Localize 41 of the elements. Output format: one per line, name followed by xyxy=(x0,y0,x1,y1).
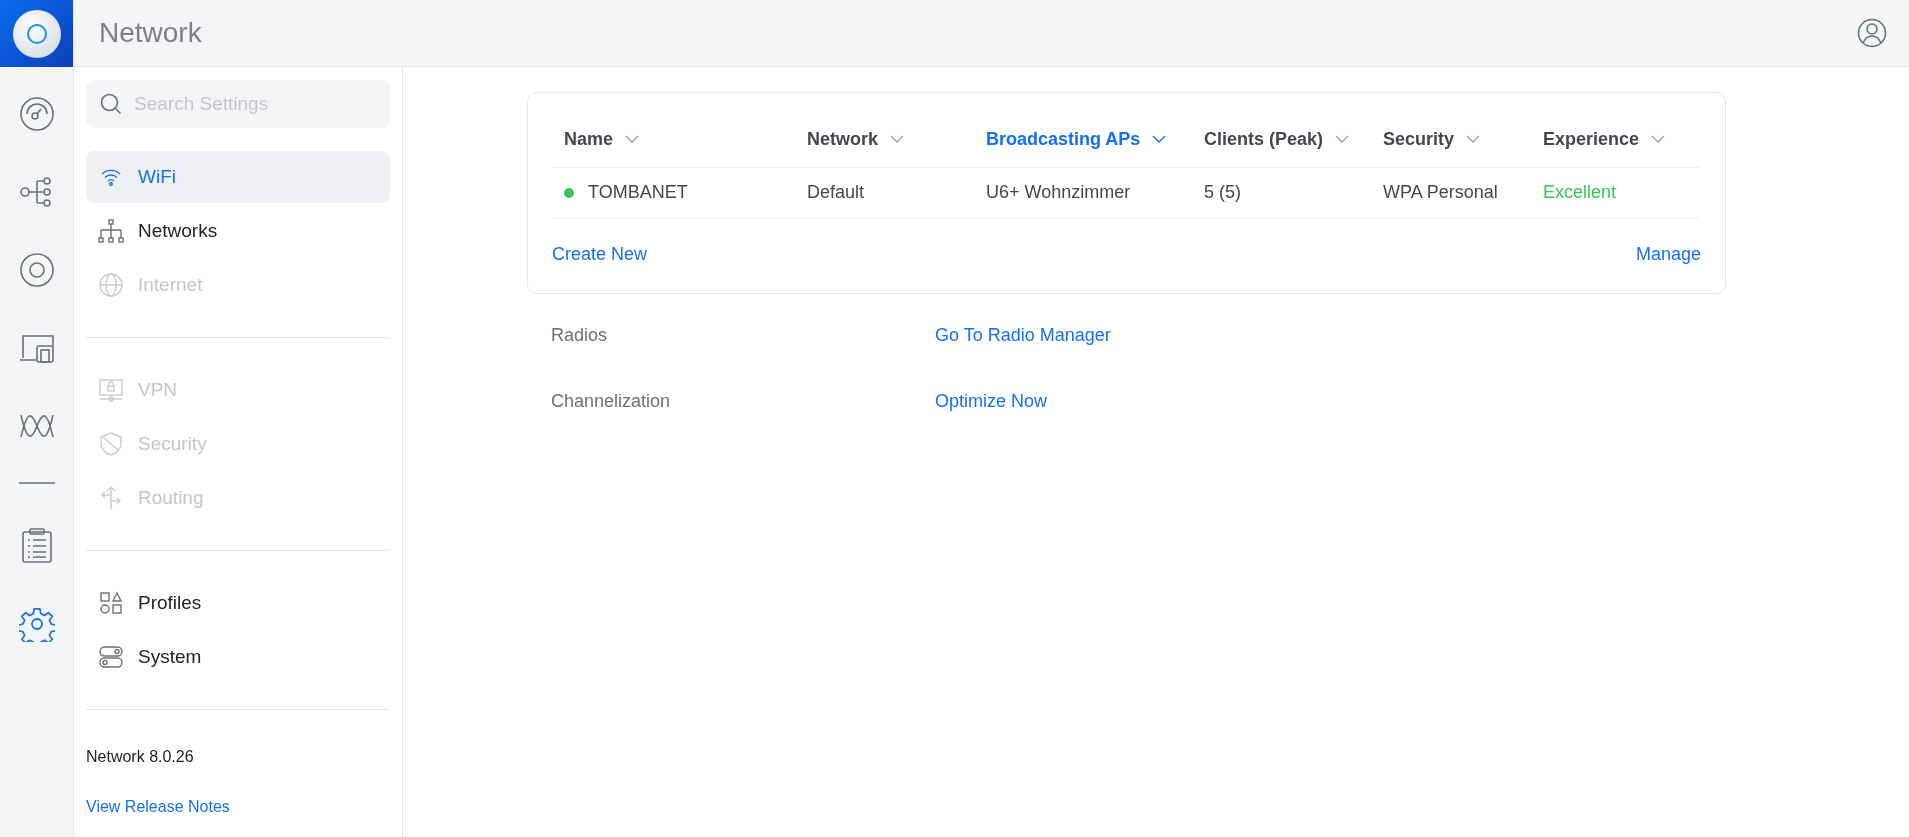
chevron-down-icon xyxy=(1335,135,1350,143)
column-header[interactable]: Clients (Peak) xyxy=(1204,128,1383,150)
logo-icon[interactable] xyxy=(0,0,73,67)
sidebar-item[interactable]: Profiles xyxy=(86,577,390,629)
table-cell: U6+ Wohnzimmer xyxy=(986,182,1131,203)
table-cell: WPA Personal xyxy=(1383,182,1498,203)
search-icon xyxy=(100,93,122,115)
shield-icon xyxy=(98,431,124,457)
table-cell: Excellent xyxy=(1543,182,1617,203)
manage-link[interactable]: Manage xyxy=(1635,244,1701,265)
globe-icon xyxy=(98,272,124,298)
table-cell: TOMBANET xyxy=(588,182,688,203)
column-header[interactable]: Network xyxy=(807,128,986,150)
release-notes-link[interactable]: View Release Notes xyxy=(86,798,390,816)
monitor-lock-icon xyxy=(98,377,124,403)
version-text: Network 8.0.26 xyxy=(86,748,195,766)
column-header[interactable]: Security xyxy=(1383,128,1543,150)
chevron-down-icon xyxy=(1466,135,1481,143)
setting-link[interactable]: Go To Radio Manager xyxy=(935,324,1111,346)
create-new-link[interactable]: Create New xyxy=(552,244,648,265)
sidebar-item[interactable]: WiFi xyxy=(86,151,390,203)
shapes-icon xyxy=(98,590,124,616)
user-avatar-icon[interactable] xyxy=(1857,18,1887,48)
chevron-down-icon xyxy=(1651,135,1666,143)
toggles-icon xyxy=(98,644,124,670)
setting-link[interactable]: Optimize Now xyxy=(935,390,1048,412)
column-header[interactable]: Experience xyxy=(1543,128,1702,150)
chevron-down-icon xyxy=(625,135,640,143)
setting-label: Channelization xyxy=(551,390,672,412)
settings-icon[interactable] xyxy=(16,606,57,642)
table-cell: 5 (5) xyxy=(1204,182,1241,203)
column-header[interactable]: Broadcasting APs xyxy=(986,128,1204,150)
chevron-down-icon xyxy=(890,135,904,143)
table-cell: Default xyxy=(807,182,865,203)
chevron-down-icon xyxy=(1152,135,1167,143)
column-header[interactable]: Name xyxy=(552,128,807,150)
hierarchy-icon xyxy=(98,218,124,244)
page-title: Network xyxy=(99,17,202,49)
sidebar-item[interactable]: System xyxy=(86,631,390,683)
setting-label: Radios xyxy=(551,324,609,346)
sidebar-item[interactable]: Networks xyxy=(86,205,390,257)
